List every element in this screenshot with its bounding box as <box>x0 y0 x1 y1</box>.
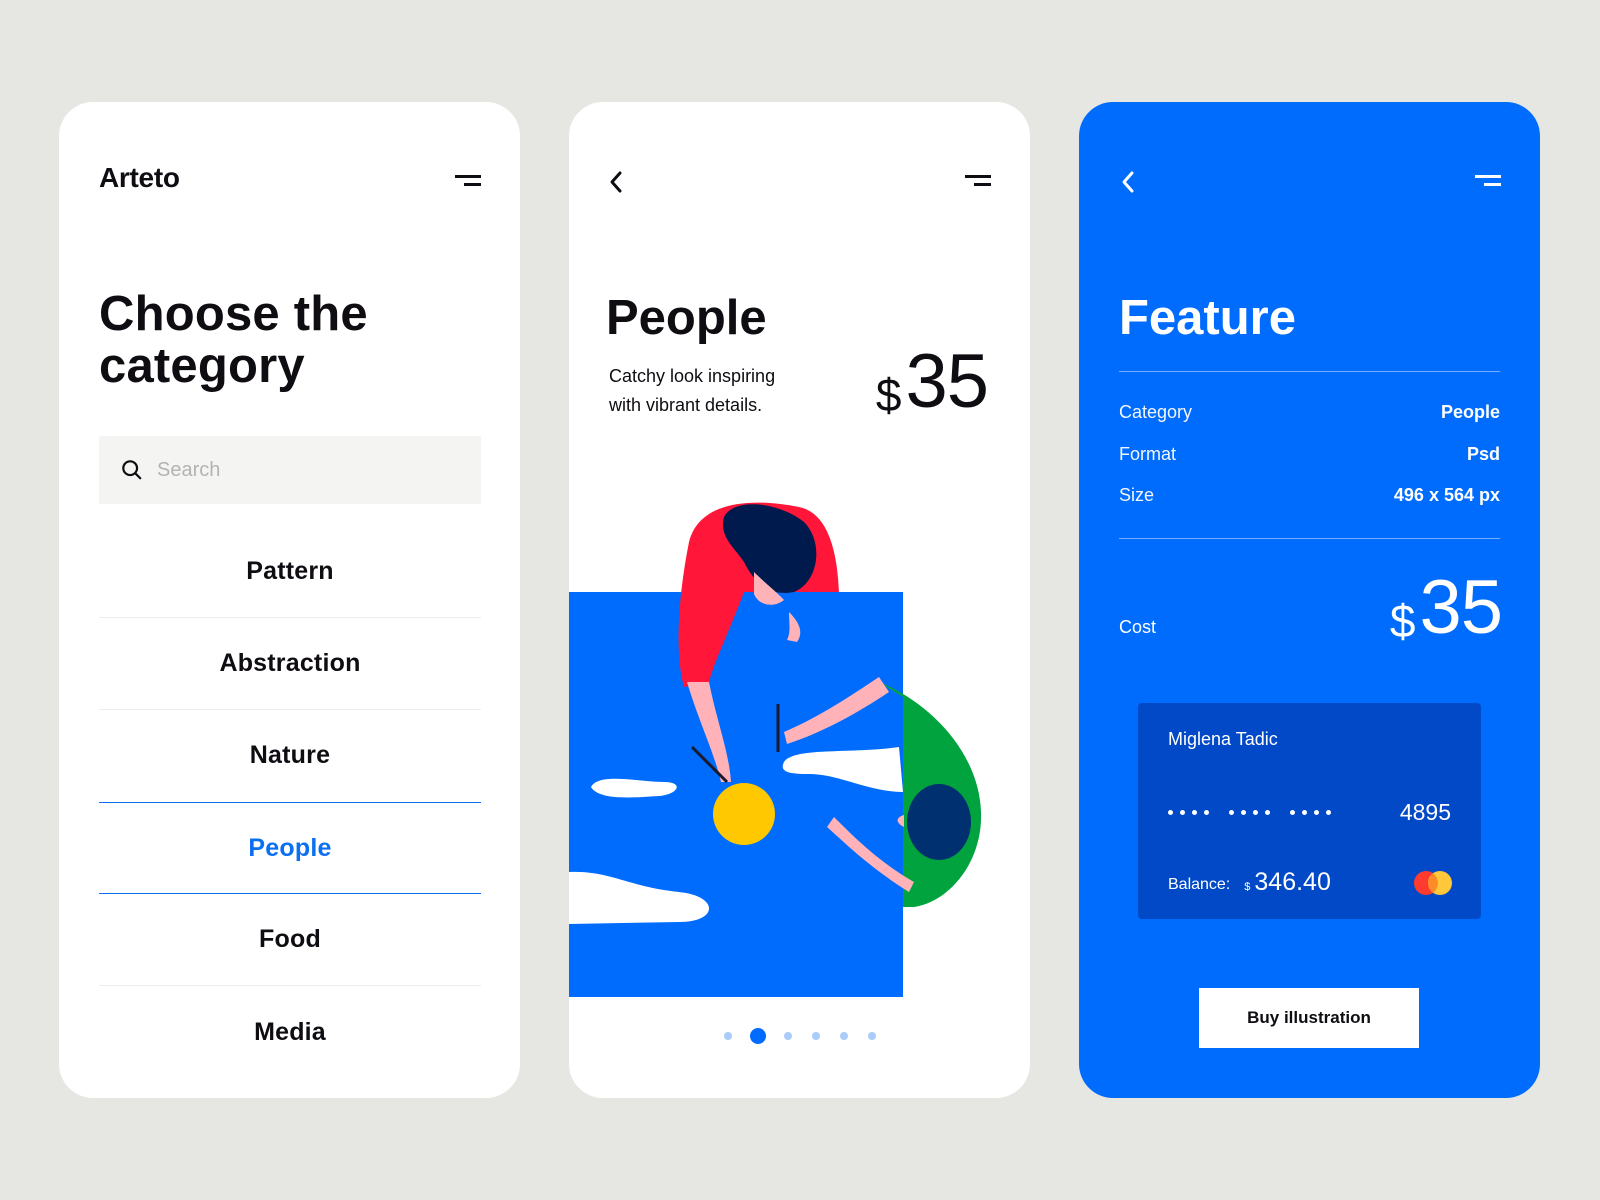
description-line-2: with vibrant details. <box>609 395 763 415</box>
carousel-dot[interactable] <box>839 1032 848 1040</box>
balance-amount: 346.40 <box>1254 868 1331 896</box>
balance-currency: $ <box>1244 881 1251 893</box>
price-currency: $ <box>875 369 902 421</box>
card-number: 4895 <box>1168 799 1451 826</box>
balance: Balance: $ 346.40 <box>1168 868 1331 897</box>
title-line-2: category <box>99 339 305 393</box>
card-last4: 4895 <box>1399 799 1451 825</box>
app-logo: Arteto <box>99 162 180 193</box>
cost-amount: 35 <box>1419 565 1503 650</box>
cost-currency: $ <box>1389 595 1416 647</box>
menu-icon[interactable] <box>455 175 481 189</box>
category-item-food[interactable]: Food <box>99 894 481 986</box>
title-line-1: Choose the <box>99 287 368 341</box>
detail-title: People <box>606 291 767 345</box>
divider <box>1119 538 1500 539</box>
spec-row-size: Size 496 x 564 px <box>1119 485 1500 506</box>
carousel-dot[interactable] <box>867 1032 876 1040</box>
search-icon <box>122 460 142 480</box>
divider <box>1119 371 1500 372</box>
back-arrow-icon[interactable] <box>605 168 627 196</box>
categories-screen: Arteto Choose the category Pattern Abstr… <box>59 102 520 1098</box>
category-item-media[interactable]: Media <box>99 986 481 1078</box>
masked-digits <box>1290 810 1331 815</box>
search-box[interactable] <box>99 436 481 504</box>
detail-screen: People Catchy look inspiring with vibran… <box>569 102 1030 1098</box>
spec-key: Category <box>1119 402 1193 422</box>
price: $ 35 <box>875 339 989 424</box>
people-illustration <box>569 502 982 997</box>
sun-shape <box>713 783 775 845</box>
menu-icon[interactable] <box>965 175 991 189</box>
category-item-people[interactable]: People <box>99 802 481 894</box>
carousel-dot-active[interactable] <box>749 1028 766 1044</box>
payment-card[interactable]: Miglena Tadic 4895 Balance: $ 346.40 <box>1138 703 1481 919</box>
masked-digits <box>1229 810 1270 815</box>
detail-description: Catchy look inspiring with vibrant detai… <box>609 362 829 420</box>
spec-key: Format <box>1119 444 1177 464</box>
menu-icon[interactable] <box>1475 175 1501 189</box>
page-title: Choose the category <box>99 288 368 392</box>
feature-screen: Feature Category People Format Psd Size … <box>1079 102 1540 1098</box>
cost: $ 35 <box>1389 565 1503 650</box>
category-item-pattern[interactable]: Pattern <box>99 526 481 618</box>
spec-value: Psd <box>1466 444 1500 464</box>
description-line-1: Catchy look inspiring <box>609 366 776 386</box>
man-head-shape <box>907 784 971 860</box>
card-holder: Miglena Tadic <box>1168 729 1278 749</box>
cost-label: Cost <box>1119 617 1157 637</box>
spec-row-format: Format Psd <box>1119 444 1500 465</box>
category-item-abstraction[interactable]: Abstraction <box>99 618 481 710</box>
carousel-dot[interactable] <box>783 1032 792 1040</box>
buy-illustration-button[interactable]: Buy illustration <box>1199 988 1419 1048</box>
balance-label: Balance: <box>1168 876 1231 893</box>
category-list: Pattern Abstraction Nature People Food M… <box>99 526 481 1078</box>
spec-value: 496 x 564 px <box>1393 485 1500 505</box>
feature-title: Feature <box>1119 291 1297 345</box>
spec-row-category: Category People <box>1119 402 1500 423</box>
search-input[interactable] <box>157 458 457 482</box>
carousel-dot[interactable] <box>811 1032 820 1040</box>
masked-digits <box>1168 810 1209 815</box>
category-item-nature[interactable]: Nature <box>99 710 481 802</box>
mastercard-icon <box>1414 871 1452 895</box>
price-amount: 35 <box>905 339 989 424</box>
carousel-indicator <box>569 1028 1030 1044</box>
spec-value: People <box>1440 402 1500 422</box>
carousel-dot[interactable] <box>723 1032 732 1040</box>
spec-key: Size <box>1119 485 1155 505</box>
back-arrow-icon[interactable] <box>1117 168 1139 196</box>
